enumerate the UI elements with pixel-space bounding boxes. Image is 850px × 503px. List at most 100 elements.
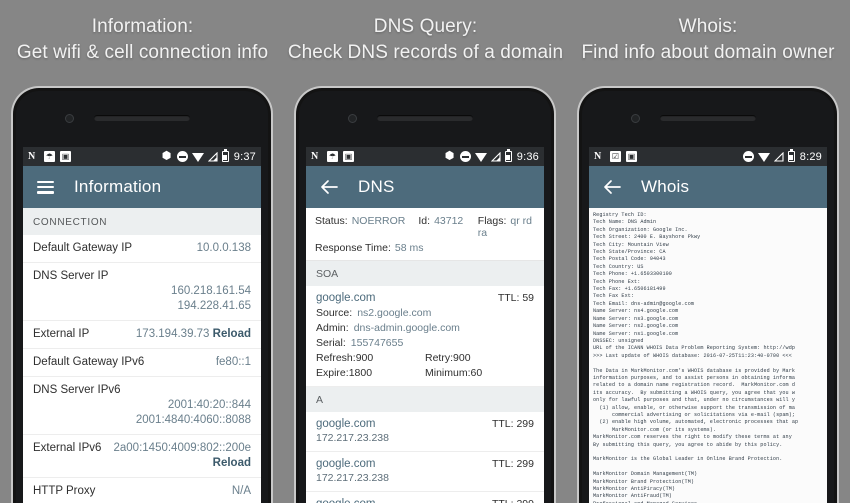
- record-domain: google.com: [316, 418, 376, 430]
- app-bar: Whois: [589, 166, 827, 208]
- field-value: 1800: [348, 367, 373, 379]
- do-not-disturb-icon: [459, 151, 471, 162]
- section-header-connection: CONNECTION: [23, 208, 261, 235]
- page-title: Information: [74, 177, 162, 196]
- table-row[interactable]: Default Gateway IPv6 fe80::1: [23, 349, 261, 377]
- dns-section-soa: SOA: [306, 261, 544, 286]
- field-key: Expire:: [316, 367, 349, 379]
- phone-bezel: N ☂ ▣ ⬢ 9:37 Information CONNECTION Defa…: [16, 91, 268, 503]
- reload-link[interactable]: Reload: [213, 457, 251, 469]
- caption-dns-query: DNS Query: Check DNS records of a domain: [283, 14, 568, 66]
- field-key: Refresh:: [316, 352, 356, 364]
- table-row[interactable]: External IP 173.194.39.73 Reload: [23, 321, 261, 349]
- record-ip: 172.217.23.238: [316, 432, 389, 444]
- record-ttl: TTL: 299: [491, 458, 534, 470]
- status-time: 9:36: [516, 150, 539, 163]
- save-icon: ☑: [610, 151, 621, 162]
- record-ttl: TTL: 59: [497, 292, 534, 304]
- table-row[interactable]: DNS Server IPv6 2001:40:20::844 2001:484…: [23, 377, 261, 435]
- page-title: Whois: [641, 177, 690, 196]
- nfc-icon: N: [28, 151, 36, 162]
- earpiece-speaker: [94, 115, 190, 121]
- status-bar: N ☂ ▣ ⬢ 9:36: [306, 147, 544, 166]
- dns-record-a[interactable]: google.com TTL: 299 172.217.23.238: [306, 492, 544, 503]
- response-time-label: Response Time:: [315, 242, 391, 254]
- whois-text: Registry Tech ID: Tech Name: DNS Admin T…: [589, 208, 827, 503]
- status-bar: N ☂ ▣ ⬢ 9:37: [23, 147, 261, 166]
- row-value: 10.0.0.138: [196, 242, 251, 254]
- row-key: HTTP Proxy: [33, 485, 96, 497]
- save-icon: ☂: [44, 151, 55, 162]
- cell-signal-icon: [490, 151, 501, 162]
- row-key: External IPv6: [33, 442, 102, 454]
- screenshot-icon: ▣: [626, 151, 637, 162]
- page-title: DNS: [358, 177, 395, 196]
- table-row[interactable]: External IPv6 2a00:1450:4009:802::200e R…: [23, 435, 261, 478]
- app-bar: DNS: [306, 166, 544, 208]
- row-value: 173.194.39.73 Reload: [136, 327, 251, 342]
- table-row[interactable]: Default Gateway IP 10.0.0.138: [23, 235, 261, 263]
- bluetooth-icon: ⬢: [444, 150, 455, 162]
- phone-top-bezel: [589, 91, 827, 147]
- field-value: 60: [470, 367, 483, 379]
- dns-record-a[interactable]: google.com TTL: 299 172.217.23.238: [306, 452, 544, 492]
- phone-bezel: N ☑ ▣ 8:29 Whois Registry Tech ID: Tech …: [582, 91, 834, 503]
- back-arrow-icon[interactable]: [603, 179, 621, 195]
- field-value: 900: [453, 352, 471, 364]
- bluetooth-icon: ⬢: [161, 150, 172, 162]
- field-value: 900: [355, 352, 374, 364]
- caption-title: Whois:: [678, 16, 738, 37]
- row-key: DNS Server IP: [33, 270, 109, 282]
- status-time: 9:37: [233, 150, 256, 163]
- record-domain: google.com: [316, 498, 375, 503]
- field-key: Retry:: [425, 352, 454, 364]
- caption-subtitle: Check DNS records of a domain: [287, 42, 564, 63]
- dns-record-a[interactable]: google.com TTL: 299 172.217.23.238: [306, 412, 544, 452]
- status-bar: N ☑ ▣ 8:29: [589, 147, 827, 166]
- battery-icon: [221, 149, 229, 162]
- caption-subtitle: Get wifi & cell connection info: [16, 42, 269, 63]
- wifi-icon: [474, 152, 487, 162]
- section-label: SOA: [316, 268, 339, 280]
- battery-icon: [504, 149, 512, 162]
- caption-information: Information: Get wifi & cell connection …: [0, 14, 285, 66]
- phone-dns: N ☂ ▣ ⬢ 9:36 DNS Status: NOERROR Id: 437…: [296, 88, 554, 503]
- row-value: 2a00:1450:4009:802::200e Reload: [101, 441, 252, 471]
- phone-top-bezel: [23, 91, 261, 147]
- phone-screen: N ☑ ▣ 8:29 Whois Registry Tech ID: Tech …: [589, 147, 827, 503]
- cell-signal-icon: [773, 151, 784, 162]
- information-list: CONNECTION Default Gateway IP 10.0.0.138…: [23, 208, 261, 503]
- table-row[interactable]: HTTP Proxy N/A: [23, 478, 261, 503]
- do-not-disturb-icon: [742, 151, 754, 162]
- record-ip: 172.217.23.238: [316, 472, 389, 484]
- field-value: ns2.google.com: [357, 307, 432, 319]
- screenshot-icon: ▣: [60, 151, 71, 162]
- field-value: 155747655: [350, 337, 404, 349]
- row-key: Default Gateway IP: [33, 242, 133, 254]
- row-value: 2001:40:20::844 2001:4840:4060::8088: [136, 398, 251, 428]
- nfc-icon: N: [594, 151, 602, 162]
- hamburger-menu-icon[interactable]: [37, 180, 54, 194]
- caption-title: DNS Query:: [373, 16, 478, 37]
- phone-top-bezel: [306, 91, 544, 147]
- dns-record-soa[interactable]: google.com TTL: 59 Source: ns2.google.com…: [306, 286, 544, 387]
- reload-link[interactable]: Reload: [213, 328, 251, 340]
- back-arrow-icon[interactable]: [320, 179, 338, 195]
- record-ttl: TTL: 299: [492, 498, 534, 503]
- id-label: Id:: [418, 215, 431, 227]
- status-time: 8:29: [799, 150, 822, 163]
- row-value-text: 2a00:1450:4009:802::200e: [113, 442, 252, 454]
- earpiece-speaker: [377, 115, 473, 121]
- table-row[interactable]: DNS Server IP 160.218.161.54 194.228.41.…: [23, 263, 261, 321]
- dns-section-a: A: [306, 387, 544, 412]
- id-value: 43712: [434, 215, 464, 227]
- status-label: Status:: [315, 215, 348, 227]
- app-bar: Information: [23, 166, 261, 208]
- save-icon: ☂: [327, 151, 338, 162]
- phone-whois: N ☑ ▣ 8:29 Whois Registry Tech ID: Tech …: [579, 88, 837, 503]
- row-value-line: 2001:4840:4060::8088: [135, 414, 251, 426]
- caption-title: Information:: [91, 16, 194, 37]
- front-camera-icon: [348, 114, 357, 123]
- phone-screen: N ☂ ▣ ⬢ 9:36 DNS Status: NOERROR Id: 437…: [306, 147, 544, 503]
- wifi-icon: [191, 152, 204, 162]
